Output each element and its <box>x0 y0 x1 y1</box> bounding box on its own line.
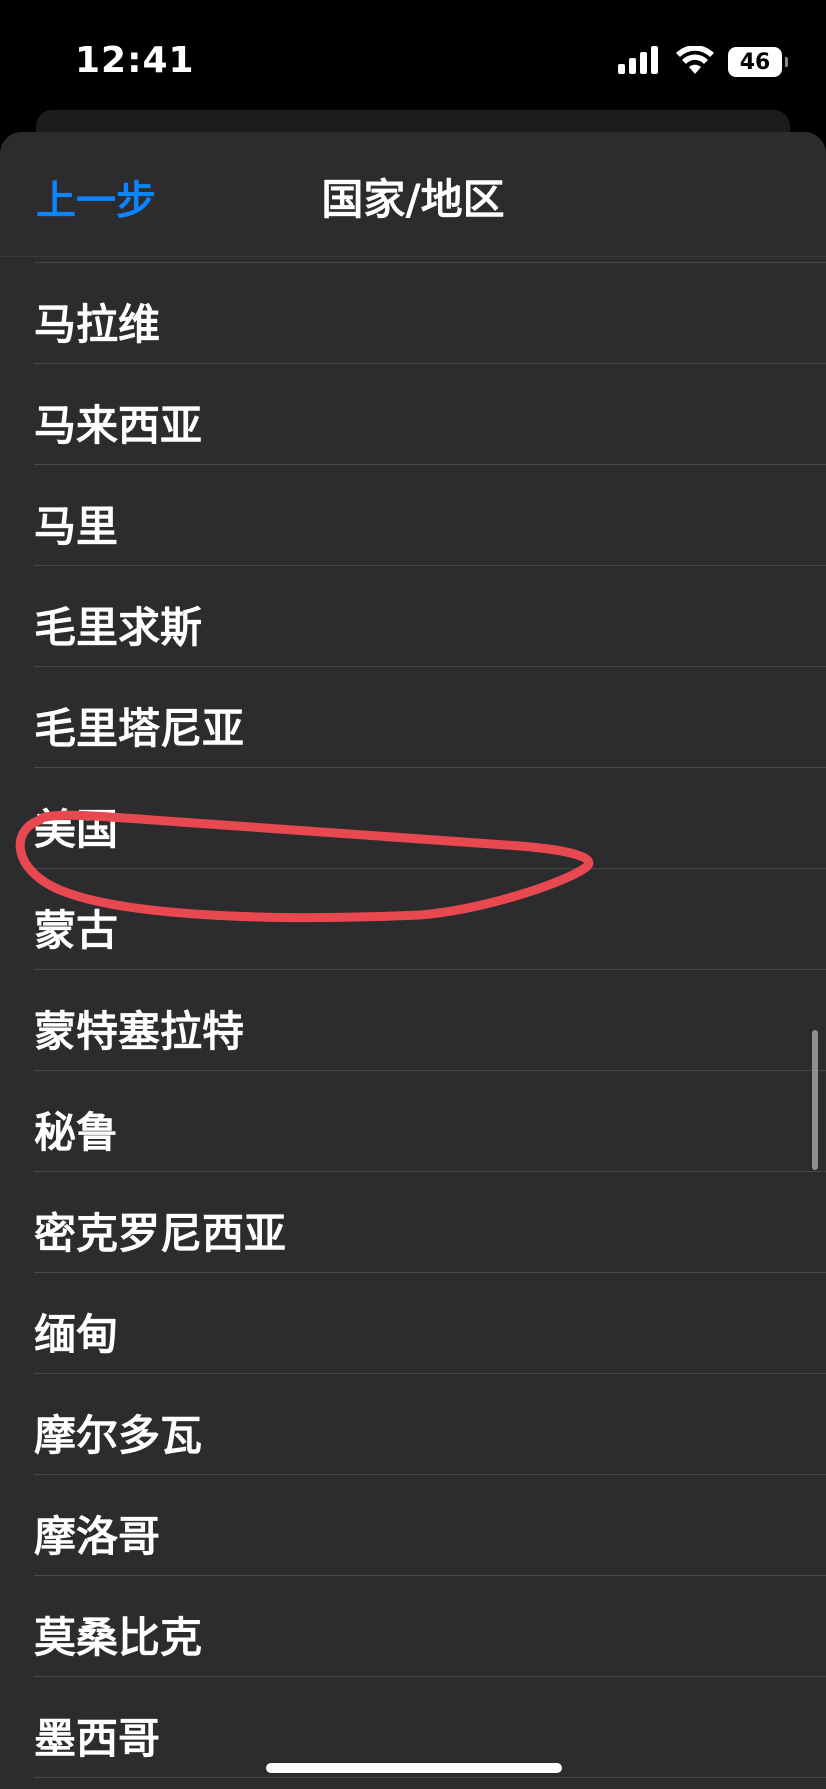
country-row[interactable]: 美国 <box>0 768 826 869</box>
country-label: 马拉维 <box>34 300 161 349</box>
country-label: 缅甸 <box>34 1310 119 1359</box>
country-row[interactable]: 密克罗尼西亚 <box>0 1172 826 1273</box>
country-row[interactable]: 蒙特塞拉特 <box>0 970 826 1071</box>
status-bar: 12:41 46 <box>0 0 826 120</box>
country-label: 马来西亚 <box>34 401 203 450</box>
country-row[interactable]: 蒙古 <box>0 869 826 970</box>
country-row[interactable]: 缅甸 <box>0 1273 826 1374</box>
page-title: 国家/地区 <box>321 175 505 224</box>
cellular-signal-icon <box>618 46 662 78</box>
country-label: 毛里塔尼亚 <box>34 704 245 753</box>
navigation-bar: 上一步 国家/地区 <box>0 132 826 257</box>
country-row[interactable]: 毛里塔尼亚 <box>0 667 826 768</box>
country-label: 秘鲁 <box>34 1108 119 1157</box>
scroll-indicator[interactable] <box>812 1030 818 1170</box>
country-row[interactable]: 马里 <box>0 465 826 566</box>
country-row[interactable]: 马来西亚 <box>0 364 826 465</box>
country-label: 蒙特塞拉特 <box>34 1007 245 1056</box>
status-icons: 46 <box>618 45 788 78</box>
wifi-icon <box>676 45 714 78</box>
row-separator <box>34 1777 826 1778</box>
country-row[interactable]: 摩尔多瓦 <box>0 1374 826 1475</box>
country-label: 摩洛哥 <box>34 1512 161 1561</box>
battery-icon: 46 <box>728 47 788 77</box>
status-time: 12:41 <box>75 40 195 81</box>
country-row[interactable]: 秘鲁 <box>0 1071 826 1172</box>
country-label: 美国 <box>34 805 119 854</box>
country-label: 摩尔多瓦 <box>34 1411 203 1460</box>
country-label: 蒙古 <box>34 906 119 955</box>
country-row[interactable]: 摩洛哥 <box>0 1475 826 1576</box>
country-label: 密克罗尼西亚 <box>34 1209 287 1258</box>
country-row[interactable]: 莫桑比克 <box>0 1576 826 1677</box>
country-label: 莫桑比克 <box>34 1613 203 1662</box>
country-region-sheet: 上一步 国家/地区 马尔代夫马拉维马来西亚马里毛里求斯毛里塔尼亚美国蒙古蒙特塞拉… <box>0 132 826 1789</box>
country-label: 墨西哥 <box>34 1714 161 1763</box>
country-row[interactable]: 毛里求斯 <box>0 566 826 667</box>
country-row[interactable]: 马拉维 <box>0 263 826 364</box>
country-label: 毛里求斯 <box>34 603 203 652</box>
country-label: 马里 <box>34 502 119 551</box>
home-indicator <box>266 1763 562 1773</box>
